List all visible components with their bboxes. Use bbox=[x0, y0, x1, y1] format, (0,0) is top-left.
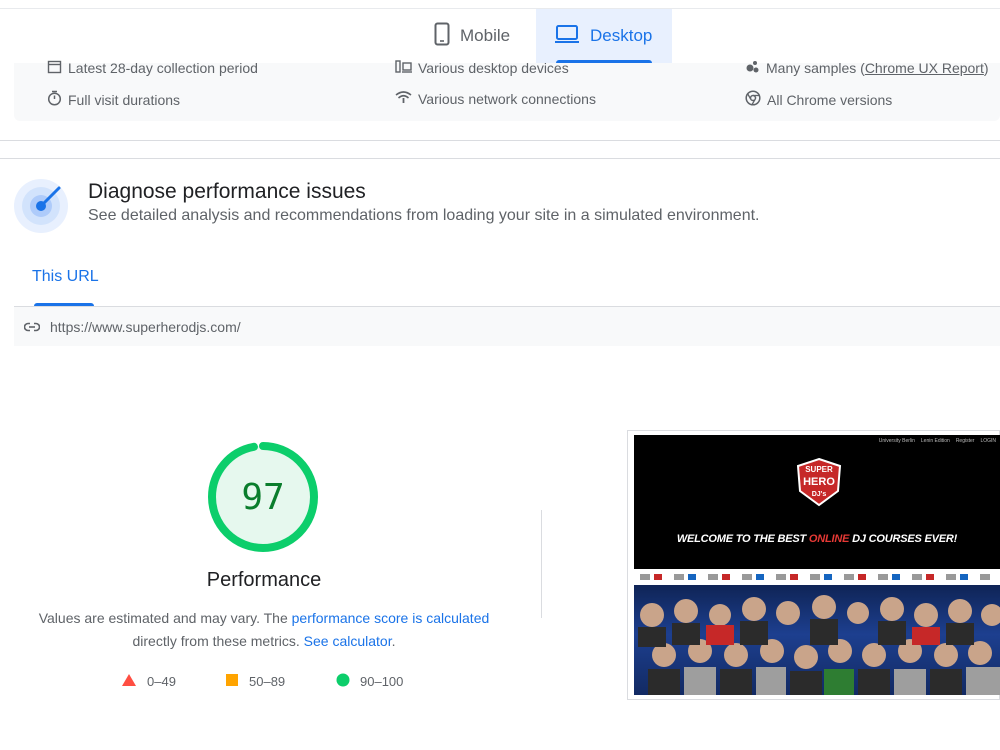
legend-average-label: 50–89 bbox=[249, 674, 286, 689]
thumb-nav: University Berlin Lenin Edition Register… bbox=[879, 438, 996, 444]
info-chrome-versions-text: All Chrome versions bbox=[767, 91, 893, 108]
diagnose-title: Diagnose performance issues bbox=[88, 180, 366, 203]
tab-desktop-label: Desktop bbox=[590, 26, 653, 45]
performance-score: 97 bbox=[241, 476, 285, 518]
tested-url-bar: https://www.superherodjs.com/ bbox=[14, 307, 1000, 346]
thumb-headline-prefix: WELCOME TO THE BEST bbox=[676, 533, 809, 545]
thumb-headline-suffix: DJ COURSES EVER! bbox=[849, 533, 958, 545]
performance-label: Performance bbox=[206, 569, 322, 591]
info-samples-prefix: Many samples ( bbox=[766, 60, 865, 76]
info-network: Various network connections bbox=[395, 90, 596, 107]
info-collection-period-text: Latest 28-day collection period bbox=[68, 60, 258, 76]
thumb-headline-highlight: ONLINE bbox=[808, 533, 850, 545]
info-chrome-versions: All Chrome versions bbox=[745, 90, 892, 109]
info-samples-suffix: ) bbox=[983, 60, 989, 76]
link-icon bbox=[23, 319, 41, 335]
devices-icon bbox=[395, 59, 412, 77]
circle-icon bbox=[336, 673, 350, 690]
thumb-instructors-image bbox=[634, 585, 1000, 695]
tab-this-url[interactable]: This URL bbox=[32, 268, 99, 286]
tested-url[interactable]: https://www.superherodjs.com/ bbox=[50, 319, 241, 335]
chrome-icon bbox=[745, 90, 761, 109]
samples-icon bbox=[745, 59, 760, 77]
pagespeed-report: Mobile Desktop Latest 28-day collection … bbox=[0, 0, 1000, 750]
legend-poor-label: 0–49 bbox=[147, 674, 176, 689]
performance-note-text-3: . bbox=[391, 633, 396, 649]
see-calculator-link[interactable]: See calculator bbox=[304, 633, 392, 649]
info-devices-text: Various desktop devices bbox=[418, 60, 569, 76]
device-tabbar: Mobile Desktop bbox=[0, 9, 1000, 63]
info-devices: Various desktop devices bbox=[395, 59, 569, 77]
tab-desktop[interactable]: Desktop bbox=[536, 9, 672, 63]
thumb-headline: WELCOME TO THE BEST ONLINE DJ COURSES EV… bbox=[634, 533, 1000, 545]
logo-text-top: SUPER bbox=[805, 465, 833, 474]
thumb-nav-item: LOGIN bbox=[980, 438, 996, 444]
info-visit-durations-text: Full visit durations bbox=[68, 91, 181, 108]
performance-note-text-2: directly from these metrics. bbox=[132, 633, 304, 649]
phone-icon bbox=[434, 22, 450, 51]
instructors-illustration bbox=[638, 595, 1000, 695]
info-network-text: Various network connections bbox=[418, 90, 596, 107]
logo-text-bottom: DJ's bbox=[812, 491, 827, 498]
section-divider bbox=[0, 140, 1000, 141]
section-divider bbox=[0, 158, 1000, 159]
info-samples: Many samples (Chrome UX Report) bbox=[745, 59, 989, 77]
logo-text-mid: HERO bbox=[803, 476, 835, 488]
tab-mobile-label: Mobile bbox=[460, 26, 511, 45]
performance-note: Values are estimated and may vary. The p… bbox=[34, 607, 494, 653]
performance-score-link[interactable]: performance score is calculated bbox=[292, 610, 490, 626]
flags-icon bbox=[640, 574, 990, 580]
thumb-nav-item: Register bbox=[955, 438, 975, 444]
info-visit-durations: Full visit durations bbox=[47, 90, 180, 109]
chrome-ux-report-link[interactable]: Chrome UX Report bbox=[865, 60, 984, 76]
lab-data-icon bbox=[13, 178, 69, 234]
triangle-icon bbox=[121, 673, 137, 690]
tab-mobile[interactable]: Mobile bbox=[416, 9, 536, 63]
wifi-icon bbox=[395, 90, 412, 107]
legend-poor: 0–49 bbox=[121, 673, 176, 690]
final-screenshot[interactable]: University Berlin Lenin Edition Register… bbox=[634, 435, 1000, 695]
thumb-flag-strip bbox=[634, 569, 1000, 585]
vertical-divider bbox=[541, 510, 542, 618]
legend-good-label: 90–100 bbox=[360, 674, 404, 689]
calendar-icon bbox=[47, 59, 62, 77]
thumb-nav-item: Lenin Edition bbox=[920, 438, 950, 444]
legend-good: 90–100 bbox=[336, 673, 403, 690]
info-collection-period: Latest 28-day collection period bbox=[47, 59, 258, 77]
stopwatch-icon bbox=[47, 90, 62, 109]
laptop-icon bbox=[554, 24, 580, 49]
legend-average: 50–89 bbox=[225, 673, 285, 690]
superhero-djs-logo: SUPER HERO DJ's bbox=[796, 457, 842, 507]
square-icon bbox=[225, 673, 239, 690]
performance-note-text-1: Values are estimated and may vary. The bbox=[38, 610, 292, 626]
diagnose-subtitle: See detailed analysis and recommendation… bbox=[88, 207, 760, 224]
thumb-nav-item: University Berlin bbox=[878, 438, 915, 444]
